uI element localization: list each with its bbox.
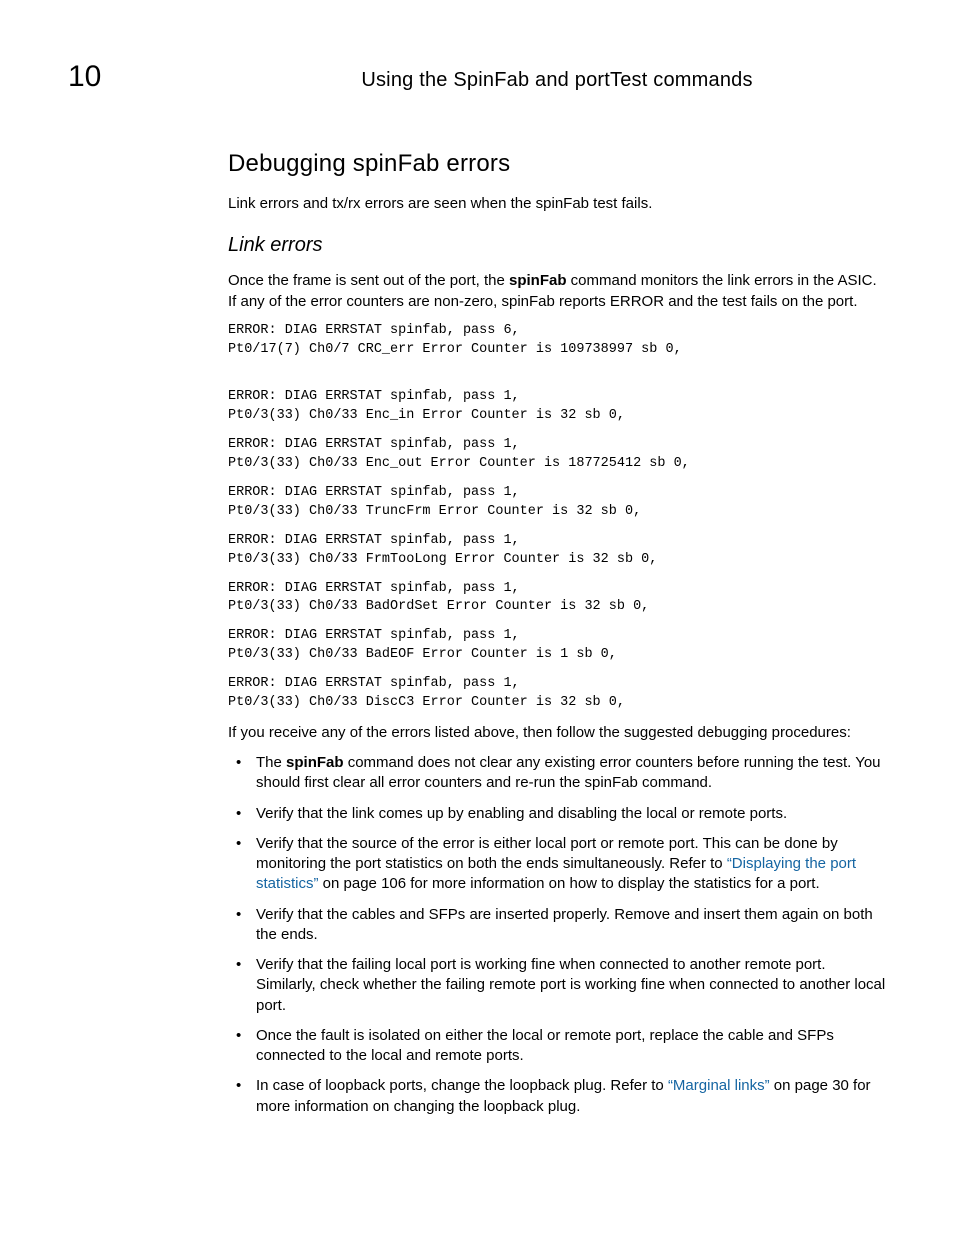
page: 10 Using the SpinFab and portTest comman…: [0, 0, 954, 1187]
text-run: command does not clear any existing erro…: [256, 754, 881, 791]
list-item: Once the fault is isolated on either the…: [228, 1026, 886, 1067]
code-block: ERROR: DIAG ERRSTAT spinfab, pass 1, Pt0…: [228, 388, 886, 426]
list-item: Verify that the source of the error is e…: [228, 834, 886, 895]
section-title: Debugging spinFab errors: [228, 150, 886, 178]
code-block: ERROR: DIAG ERRSTAT spinfab, pass 1, Pt0…: [228, 436, 886, 474]
page-header: 10 Using the SpinFab and portTest comman…: [68, 60, 886, 94]
after-code-paragraph: If you receive any of the errors listed …: [228, 723, 886, 743]
code-block: ERROR: DIAG ERRSTAT spinfab, pass 1, Pt0…: [228, 484, 886, 522]
content-area: Debugging spinFab errors Link errors and…: [228, 150, 886, 1117]
subsection-paragraph: Once the frame is sent out of the port, …: [228, 271, 886, 312]
code-block: ERROR: DIAG ERRSTAT spinfab, pass 1, Pt0…: [228, 627, 886, 665]
intro-paragraph: Link errors and tx/rx errors are seen wh…: [228, 194, 886, 214]
chapter-number: 10: [68, 60, 228, 94]
code-block: ERROR: DIAG ERRSTAT spinfab, pass 1, Pt0…: [228, 580, 886, 618]
list-item: Verify that the cables and SFPs are inse…: [228, 905, 886, 946]
code-block: ERROR: DIAG ERRSTAT spinfab, pass 6, Pt0…: [228, 322, 886, 379]
list-item: In case of loopback ports, change the lo…: [228, 1076, 886, 1117]
command-name: spinFab: [509, 272, 567, 289]
list-item: The spinFab command does not clear any e…: [228, 753, 886, 794]
cross-reference-link[interactable]: “Marginal links”: [668, 1077, 770, 1094]
list-item: Verify that the failing local port is wo…: [228, 955, 886, 1016]
running-head: Using the SpinFab and portTest commands: [228, 69, 886, 92]
subsection-title: Link errors: [228, 234, 886, 257]
code-block: ERROR: DIAG ERRSTAT spinfab, pass 1, Pt0…: [228, 532, 886, 570]
text-run: The: [256, 754, 286, 771]
text-run: Once the frame is sent out of the port, …: [228, 272, 509, 289]
command-name: spinFab: [286, 754, 344, 771]
list-item: Verify that the link comes up by enablin…: [228, 804, 886, 824]
code-block: ERROR: DIAG ERRSTAT spinfab, pass 1, Pt0…: [228, 675, 886, 713]
bullet-list: The spinFab command does not clear any e…: [228, 753, 886, 1117]
text-run: on page 106 for more information on how …: [319, 875, 820, 892]
text-run: In case of loopback ports, change the lo…: [256, 1077, 668, 1094]
